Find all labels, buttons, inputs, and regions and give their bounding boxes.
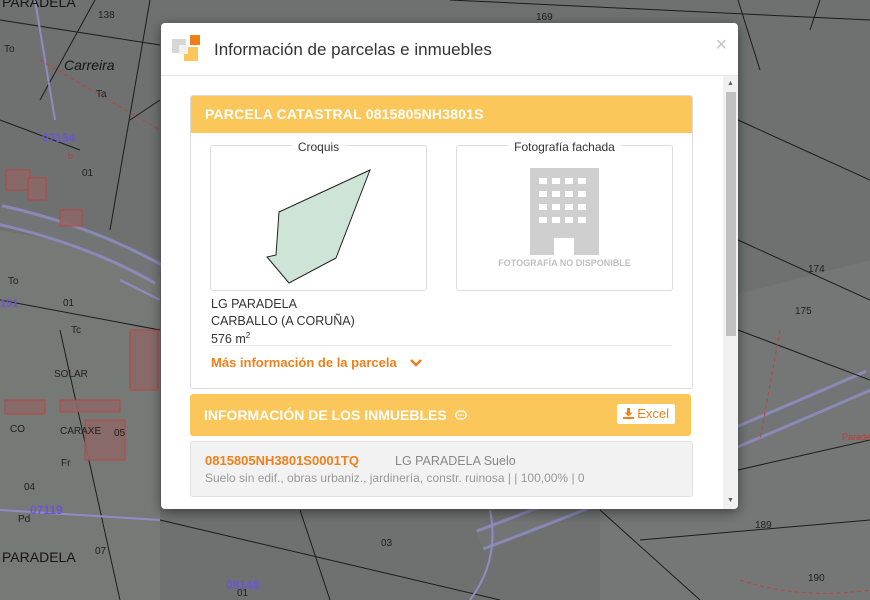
area-unit-sup: 2 bbox=[245, 331, 251, 340]
parcel-area: 576 m2 bbox=[211, 331, 250, 346]
dialog-title: Información de parcelas e inmuebles bbox=[214, 40, 492, 59]
download-icon bbox=[622, 408, 634, 419]
inmuebles-header: INFORMACIÓN DE LOS INMUEBLES Excel bbox=[190, 394, 691, 436]
map-label: 04 bbox=[24, 482, 36, 493]
divider bbox=[210, 345, 672, 346]
map-label: PARADELA bbox=[2, 0, 76, 10]
inmueble-ref-link[interactable]: 0815805NH3801S0001TQ bbox=[205, 453, 359, 468]
address-line-2: CARBALLO (A CORUÑA) bbox=[211, 314, 355, 328]
address-line-1: LG PARADELA bbox=[211, 297, 297, 311]
map-label: Carreira bbox=[64, 57, 115, 73]
scroll-up-icon[interactable]: ▲ bbox=[723, 78, 738, 90]
scrollbar-thumb[interactable] bbox=[726, 92, 736, 336]
inmueble-description: Suelo sin edif., obras urbaniz., jardine… bbox=[205, 471, 585, 485]
map-label: 05 bbox=[114, 428, 126, 439]
chevron-down-icon bbox=[410, 359, 423, 367]
building-icon bbox=[530, 168, 599, 255]
parcel-header: PARCELA CATASTRAL 0815805NH3801S bbox=[191, 96, 692, 133]
parcel-panel: PARCELA CATASTRAL 0815805NH3801S Croquis… bbox=[190, 95, 693, 389]
parcel-info-dialog: Información de parcelas e inmuebles × PA… bbox=[161, 23, 738, 509]
map-label: 07154 bbox=[42, 131, 76, 145]
inmuebles-title: INFORMACIÓN DE LOS INMUEBLES bbox=[204, 407, 447, 423]
map-label: SOLAR bbox=[54, 369, 88, 380]
map-label: Tc bbox=[71, 325, 81, 336]
dialog-header: Información de parcelas e inmuebles × bbox=[161, 23, 738, 76]
croquis-box: Croquis bbox=[210, 140, 427, 291]
excel-label: Excel bbox=[637, 406, 669, 421]
map-label: 03 bbox=[381, 538, 393, 549]
app-logo-icon bbox=[172, 35, 200, 61]
map-label: Fr bbox=[61, 458, 71, 469]
map-label: CO bbox=[10, 424, 25, 435]
excel-export-button[interactable]: Excel bbox=[616, 404, 675, 424]
dialog-scrollbar[interactable]: ▲ ▼ bbox=[723, 76, 738, 509]
photo-box: Fotografía fachada FOTOGRAFÍA NO DISPONI… bbox=[456, 140, 673, 291]
map-label: Pd bbox=[18, 514, 31, 525]
map-label: 07119 bbox=[30, 503, 63, 517]
map-label: 01 bbox=[82, 168, 94, 179]
map-label: b bbox=[68, 151, 74, 161]
map-label: 01 bbox=[237, 588, 249, 599]
map-label: 169 bbox=[536, 12, 553, 23]
map-label: 174 bbox=[808, 264, 825, 275]
map-label: To bbox=[8, 276, 19, 287]
inmueble-row[interactable]: 0815805NH3801S0001TQ LG PARADELA Suelo S… bbox=[190, 441, 693, 497]
no-photo-text: FOTOGRAFÍA NO DISPONIBLE bbox=[498, 258, 631, 268]
close-icon[interactable]: × bbox=[715, 35, 727, 55]
more-parcel-info-link[interactable]: Más información de la parcela bbox=[211, 355, 423, 370]
map-label: 190 bbox=[808, 573, 825, 584]
croquis-label: Croquis bbox=[291, 140, 346, 154]
map-label: 151 bbox=[0, 298, 19, 310]
inmueble-location: LG PARADELA Suelo bbox=[395, 454, 516, 468]
dialog-body: PARCELA CATASTRAL 0815805NH3801S Croquis… bbox=[161, 76, 723, 509]
photo-label: Fotografía fachada bbox=[508, 140, 621, 154]
comment-icon[interactable] bbox=[454, 410, 467, 421]
map-label: Ta bbox=[96, 89, 107, 100]
map-label: 138 bbox=[98, 10, 115, 21]
parcel-sketch bbox=[266, 169, 371, 284]
more-info-label: Más información de la parcela bbox=[211, 355, 397, 370]
map-label: To bbox=[4, 44, 15, 55]
map-label: 07 bbox=[95, 546, 107, 557]
map-label: 189 bbox=[755, 520, 772, 531]
map-label: PARADELA bbox=[2, 549, 76, 565]
map-label: 01 bbox=[63, 298, 75, 309]
map-label: CARAXE bbox=[60, 426, 102, 437]
map-label: 175 bbox=[795, 306, 812, 317]
map-label: Parade bbox=[842, 432, 870, 442]
scroll-down-icon[interactable]: ▼ bbox=[723, 495, 738, 507]
